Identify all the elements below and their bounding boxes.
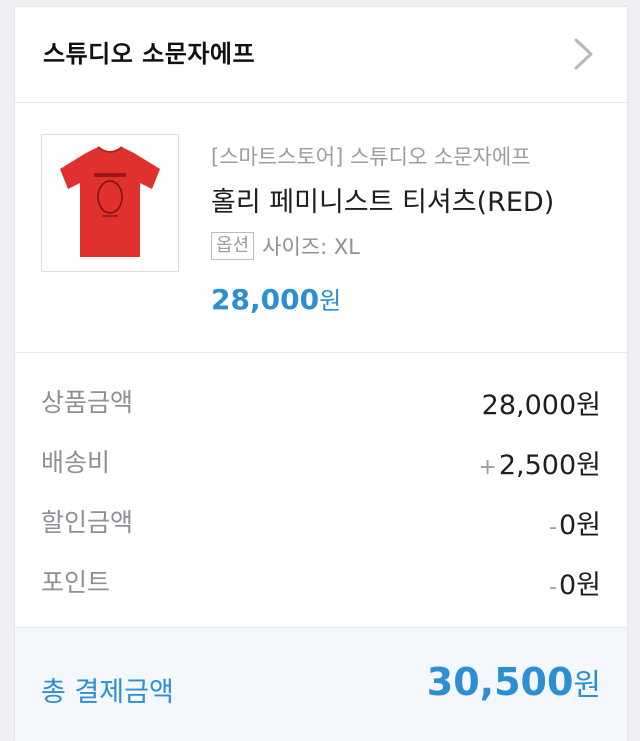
product-option: 옵션 사이즈: XL bbox=[211, 231, 360, 261]
summary-value: +2,500원 bbox=[478, 450, 601, 481]
option-text: 사이즈: XL bbox=[262, 235, 360, 259]
order-card: 스튜디오 소문자에프 [스마트스토어] 스튜디오 소문자에프 홀리 페미니스트 … bbox=[14, 6, 628, 741]
option-badge: 옵션 bbox=[211, 232, 255, 260]
red-tshirt-image bbox=[60, 146, 160, 257]
store-link-row[interactable]: 스튜디오 소문자에프 bbox=[15, 7, 627, 103]
product-thumbnail[interactable] bbox=[41, 134, 179, 272]
product-price-value: 28,000 bbox=[211, 283, 320, 316]
summary-value: -0원 bbox=[549, 570, 601, 601]
summary-row-discount: 할인금액 -0원 bbox=[41, 503, 601, 543]
price-summary: 상품금액 28,000원 배송비 +2,500원 할인금액 -0원 포인트 -0… bbox=[15, 353, 627, 627]
total-payment-row: 총 결제금액 30,500원 bbox=[15, 627, 627, 741]
summary-value: 28,000원 bbox=[481, 390, 601, 421]
product-section: [스마트스토어] 스튜디오 소문자에프 홀리 페미니스트 티셔츠(RED) 옵션… bbox=[15, 103, 627, 353]
store-name: 스튜디오 소문자에프 bbox=[43, 40, 256, 68]
product-name[interactable]: 홀리 페미니스트 티셔츠(RED) bbox=[211, 180, 554, 219]
total-label: 총 결제금액 bbox=[41, 677, 174, 708]
summary-row-product-amount: 상품금액 28,000원 bbox=[41, 383, 601, 423]
product-price-unit: 원 bbox=[319, 287, 342, 315]
summary-label: 할인금액 bbox=[41, 508, 134, 537]
summary-row-shipping: 배송비 +2,500원 bbox=[41, 443, 601, 483]
chevron-right-icon[interactable] bbox=[570, 37, 596, 71]
product-store-tag: [스마트스토어] 스튜디오 소문자에프 bbox=[211, 145, 531, 169]
product-price: 28,000원 bbox=[211, 281, 341, 316]
summary-label: 포인트 bbox=[41, 568, 111, 597]
total-value: 30,500원 bbox=[426, 660, 601, 704]
summary-value: -0원 bbox=[549, 510, 601, 541]
summary-row-points: 포인트 -0원 bbox=[41, 563, 601, 603]
summary-label: 상품금액 bbox=[41, 388, 134, 417]
summary-label: 배송비 bbox=[41, 448, 111, 477]
